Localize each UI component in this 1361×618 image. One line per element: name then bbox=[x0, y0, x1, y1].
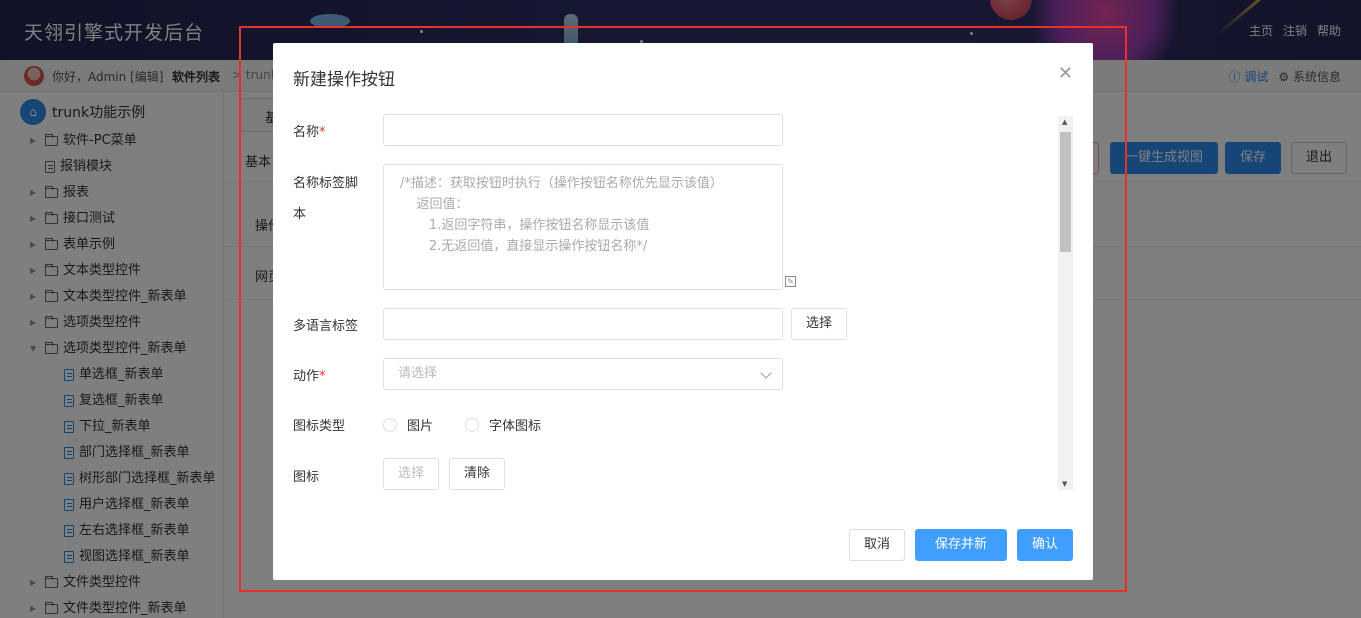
app: 天翎引擎式开发后台 主页 注销 帮助 你好，Admin [编辑] 软件列表 > … bbox=[0, 0, 1361, 618]
highlight-box bbox=[239, 26, 1127, 592]
